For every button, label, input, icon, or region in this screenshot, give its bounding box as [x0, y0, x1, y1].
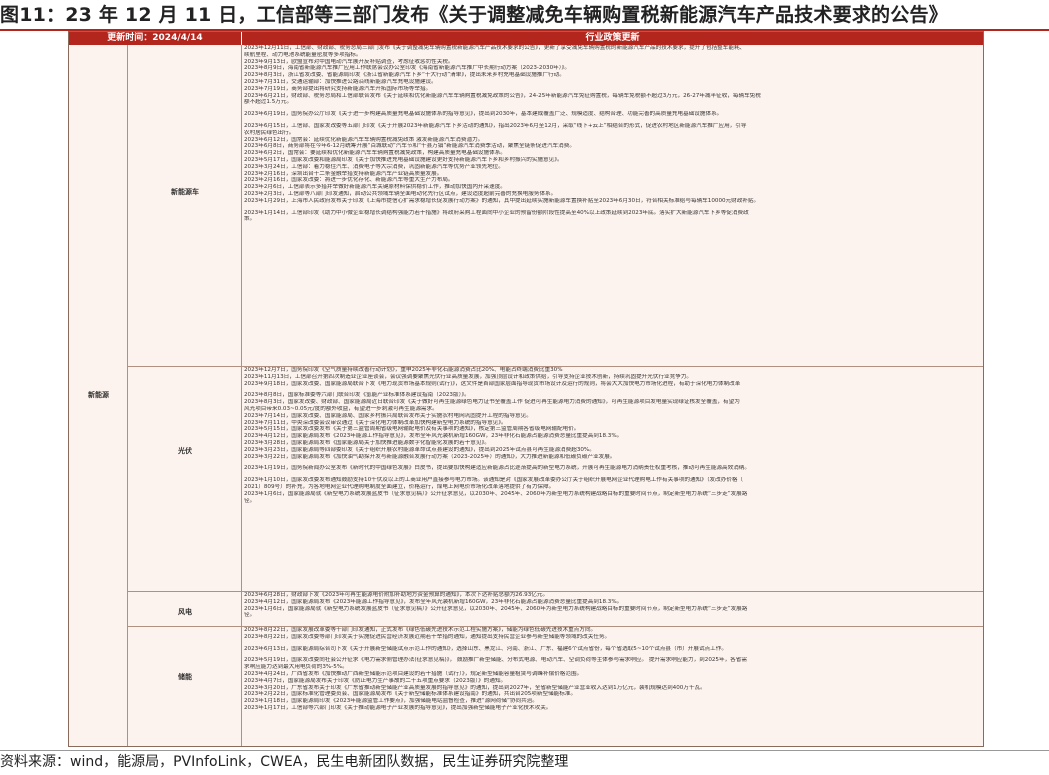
source-note: 资料来源：wind，能源局，PVInfoLink，CWEA，民生电新团队数据，民…: [0, 754, 569, 770]
policy-row: 2023年1月29日，上海市人民政府发布关于印发《上海市提信心扩需求稳增长促发展…: [244, 197, 760, 204]
policy-row: 2023年3月22日，国家能源局发布《加快油气勘探开发与新能源融合发展行动方案（…: [244, 453, 616, 460]
policy-row: 2023年12月7日，国务院印发《空气质量持续改善行动计划》，重申2025年非化…: [244, 367, 563, 373]
subcategory-wind: 风电: [178, 608, 192, 616]
policy-row: 2023年3月23日，国家能源局等四部委印发《关于组织开展农村能源革命试点县建设…: [244, 446, 595, 453]
subcategory-cell-pv: [128, 366, 242, 591]
policy-row: 2023年6月13日，国家能源局综合司下发《关于开展新型储能试点示范工作的通知》…: [244, 645, 727, 652]
policy-row: 2021〕809号）的补充，为各地电网企业代理购电制度全面建立，价格运行，煤电上…: [244, 483, 555, 490]
policy-row: 策。: [244, 216, 256, 223]
policy-row: 2023年11月13日，工信部召开第四次制造业企业座谈会，会议强调要聚焦光伏行业…: [244, 373, 693, 380]
policy-row: 2023年5月19日，国家发改委向社会公开征求《电力需求侧管理办法(征求意见稿)…: [244, 657, 747, 664]
subcategory-storage: 储能: [178, 673, 192, 681]
policy-row: 2023年6月12日，国常会：延续优化新能源汽车车辆购置税减免政策 激发新能源汽…: [244, 136, 484, 143]
subcategory-cell-storage: [128, 626, 242, 746]
policy-row: 2023年2月6日，工信部表示多措并举做好新能源汽车关键原材料保供稳价工作，推动…: [244, 184, 506, 191]
policy-row: 2023年6月2日，国常会：要延续和优化新能源汽车车辆购置税减免政策，构建高质量…: [244, 150, 506, 157]
policy-table: 更新时间：2024/4/14 行业政策更新 新能源 新能源车 光伏 风电 储能 …: [68, 31, 984, 747]
storage-policy-list: 2023年8月22日，国家发展改革委等十部门印发通知，正式发布《绿色低碳先进技术…: [242, 626, 983, 746]
source-divider: [0, 750, 1049, 751]
policy-row: 2023年4月7日，国家能源局发布关于印发《防止电力生产事故的二十五项重点要求（…: [244, 677, 507, 684]
policy-row: 2023年6月8日，商务部将在今年6-12月统筹开展“百城联动”汽车节和“千县万…: [244, 143, 575, 150]
policy-row: 续航里程、动力电池系统能量密度等多项指标。: [244, 51, 362, 58]
policy-row: 2023年7月11日，中央深改委会议审议通过《关于深化电力体制改革加快构建新型电…: [244, 419, 507, 426]
policy-row: 2023年8月22日，国家发改委等部门印发关于实施促进民营经济发展近期若干举措的…: [244, 633, 611, 640]
policy-row: 2023年4月24日，广西省发布《加快推动广西新型储能示范项目建设的若干措施（试…: [244, 670, 583, 677]
pv-policy-list: 2023年12月7日，国务院印发《空气质量持续改善行动计划》，重申2025年非化…: [242, 366, 983, 591]
policy-row: 2023年3月20日，广东省发布关于印发《广东省推动新型储能产业高质量发展的指导…: [244, 684, 706, 691]
policy-row: 2023年2月3日，工信部等八部门印发通知，启动公共领域车辆全面电动化先行区试点…: [244, 190, 557, 197]
policy-items: 2023年12月11日，工信部、财政部、税务总局三部门发布《关于调整减免车辆购置…: [242, 45, 983, 746]
policy-row: 2023年1月6日，国家能源局就《新型电力系统发展蓝皮书（征求意见稿）》公开征求…: [244, 490, 748, 497]
policy-row: 2023年2月16日，国家发改委：將进一步优化存化、新能源汽车等重大生产力布局。: [244, 177, 454, 184]
policy-row: 2023年8月9日，海南省新能源汽车推广应用工作联席会议办公室印发《海南省新能源…: [244, 65, 570, 72]
policy-row: 2023年1月6日，国家能源局就《新型电力系统发展蓝皮书（征求意见稿）》公开征求…: [244, 605, 748, 612]
policy-row: 2023年12月11日，工信部、财政部、税务总局三部门发布《关于调整减免车辆购置…: [244, 45, 746, 51]
policy-row: 2023年7月31日，交通运输部：加快推进公路沿线新能源汽车充电设施建设。: [244, 78, 437, 85]
policy-row: 2023年1月17日，工信部等六部门印发《关于推动能源电子产业发展的指导意见》，…: [244, 704, 552, 711]
policy-row: 2023年5月15日，国家发改委发布《关于第三监管周期省级电网输配电价及有关事项…: [244, 426, 580, 433]
policy-row: 额不超过1.5万元。: [244, 99, 293, 106]
policy-row: 2023年1月10日，国家发改委发布通知鼓励支持10千伏及以上的工商业用户直接参…: [244, 477, 744, 484]
policy-row: 2023年8月3日，浙江省发改委、省能源局印发《浙江省新能源汽车下乡“十大行动”…: [244, 72, 565, 79]
policy-row: 2023年6月28日，财政部下发《2023年可再生能源电价附加补助地方资金预算的…: [244, 592, 549, 598]
policy-row: 径。: [244, 497, 256, 504]
category-new-energy: 新能源: [88, 391, 109, 399]
policy-row: 2023年9月13日，欧盟宣布对中国电动汽车展开反补贴调查，考虑征收惩罚性关税。: [244, 58, 454, 65]
policy-row: 2023年6月21日，财政部、税务总局和工信部联合发布《关于延续和优化新能源汽车…: [244, 92, 761, 99]
policy-row: 风光项目带来0.03~0.05元/度的额外收益，有望进一步刺激可再生能源需求。: [244, 405, 438, 412]
policy-row: 径。: [244, 612, 256, 619]
policy-row: 2023年7月19日，商务部提出将研究支持新能源汽车开拓国际市场等举措。: [244, 85, 432, 92]
header-update-time: 更新时间：2024/4/14: [69, 32, 242, 45]
subcategory-pv: 光伏: [178, 447, 192, 455]
wind-policy-list: 2023年6月28日，财政部下发《2023年可再生能源电价附加补助地方资金预算的…: [242, 591, 983, 626]
policy-row: 2023年8月3日，国家发改委、财政部、国家能源局近日联合印发《关于做好可再生能…: [244, 399, 740, 406]
ev-policy-list: 2023年12月11日，工信部、财政部、税务总局三部门发布《关于调整减免车辆购置…: [242, 45, 983, 366]
policy-row: 2023年2月16日，深圳出台十二条金融举措支持新能源汽车产业链高质量发展。: [244, 170, 443, 177]
policy-row: 2023年8月22日，国家发展改革委等十部门印发通知，正式发布《绿色低碳先进技术…: [244, 627, 597, 633]
subcategory-ev: 新能源车: [171, 188, 199, 196]
policy-row: 2023年5月17日，国家发改委和能源局印发《关于加快推进充电基础设施建设更好支…: [244, 156, 563, 163]
policy-row: 2023年7月14日，国家发改委、国家能源局、国家乡村振兴局联合发布关于实施农村…: [244, 412, 532, 419]
policy-row: 2023年6月19日，国务院办公厅印发《关于进一步构建高质量充电基础设施体系的指…: [244, 111, 723, 118]
policy-row: 2023年1月18日，国家能源局印发《2023年能源监管工作要点》，加强储能电站…: [244, 698, 538, 705]
policy-row: 2023年8月8日，国家标准委等六部门联合印发《氢能产业标准体系建设指南（202…: [244, 392, 470, 399]
header-policy-updates: 行业政策更新: [242, 32, 983, 45]
policy-row: 2023年6月15日，工信部、国家发改委等五部门印发《关于开展2023年新能源汽…: [244, 122, 747, 129]
policy-row: 2023年4月12日，国家能源局发布《2023年能源工作指导意见》，发布全年风光…: [244, 598, 623, 605]
policy-row: 2023年4月12日，国家能源局发布《2023年能源工作指导意见》，发布全年风光…: [244, 433, 623, 440]
policy-row: 求响应能力达到最大用电负荷的3%-5%。: [244, 664, 348, 671]
figure-title: 图11：23 年 12 月 11 日，工信部等三部门发布《关于调整减免车辆购置税…: [0, 4, 948, 26]
policy-row: 2023年1月19日，国务院新闻办公室发布《新时代的中国绿色发展》白皮书，提出要…: [244, 465, 750, 472]
policy-row: 2023年1月14日，工信部印发《助力中小微企业稳增长调结构强能力若干措施》将政…: [244, 209, 749, 216]
policy-row: 2023年3月28日，国家能源局发布《国家能源局关于加快推进能源数字化智能化发展…: [244, 439, 490, 446]
policy-row: 农村居民绿色出行。: [244, 129, 295, 136]
policy-row: 2023年9月18日，国家发改委、国家能源局联合下发《电力现货市场基本规则(试行…: [244, 380, 741, 387]
subcategory-cell-ev: [128, 45, 242, 366]
policy-row: 2023年2月22日，国家标准化管理委员会、国家能源局发布《关于新型储能标准体系…: [244, 691, 577, 698]
policy-row: 2023年3月24日，工信部：着力稳住汽车、消费电子等大宗消费，巩固新能源汽车等…: [244, 163, 504, 170]
